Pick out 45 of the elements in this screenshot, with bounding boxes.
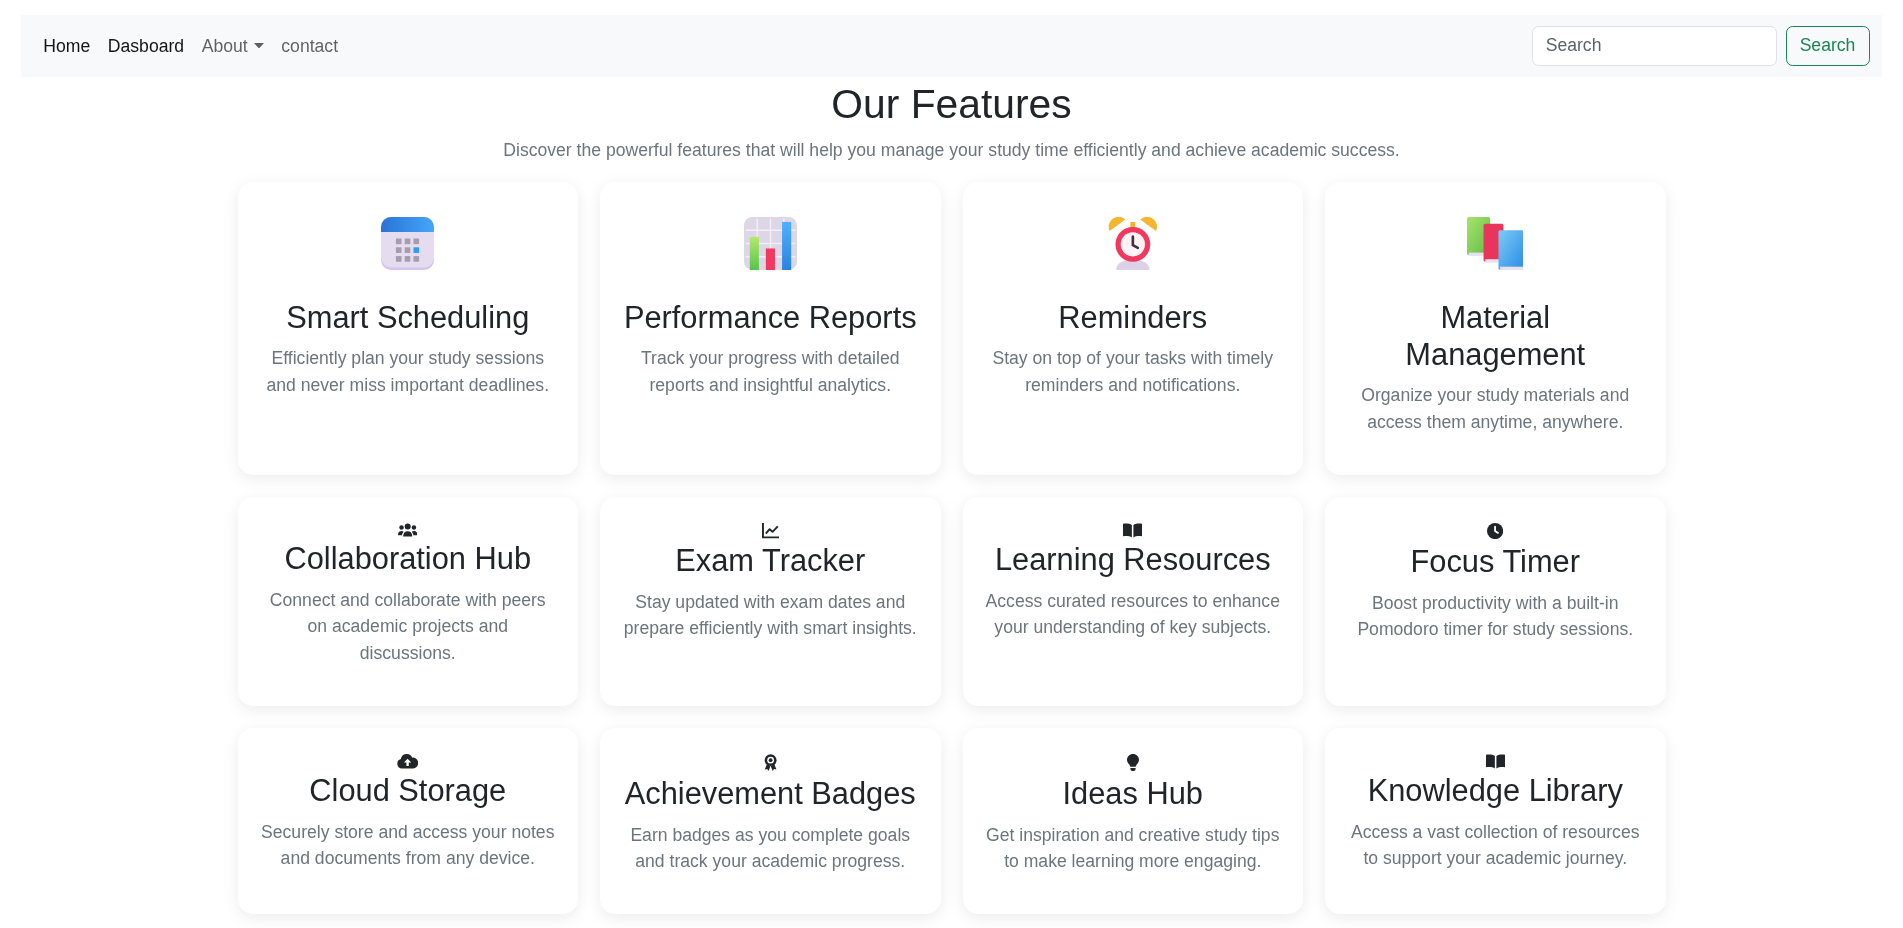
feature-description: Earn badges as you complete goals and track your academic progress.	[629, 823, 912, 873]
feature-title: Focus Timer	[1410, 543, 1580, 581]
bar-chart-icon	[743, 217, 797, 271]
clock-icon	[1487, 523, 1504, 540]
users-icon	[398, 523, 418, 537]
feature-description: Efficiently plan your study sessions and never miss important deadlines.	[265, 347, 551, 397]
feature-title: Ideas Hub	[1062, 775, 1203, 813]
medal-icon	[763, 754, 777, 772]
nav-dropdown[interactable]: About	[192, 26, 273, 65]
lightbulb-icon	[1126, 754, 1139, 772]
feature-title: Learning Resources	[994, 542, 1271, 580]
books-icon	[1467, 217, 1524, 271]
nav-link[interactable]: Dasboard	[99, 26, 193, 65]
line-chart-icon	[761, 523, 779, 539]
feature-description: Stay updated with exam dates and prepare efficiently with smart insights.	[622, 590, 918, 641]
calendar-icon	[381, 217, 435, 271]
nav-link[interactable]: Home	[34, 26, 100, 65]
feature-title: Knowledge Library	[1367, 773, 1623, 811]
feature-description: Access curated resources to enhance your understanding of key subjects.	[984, 589, 1281, 640]
page-title: Our Features	[831, 79, 1072, 129]
feature-title: Material Management	[1404, 299, 1587, 374]
feature-title: Smart Scheduling	[286, 299, 530, 337]
open-book-icon	[1123, 523, 1143, 538]
page-subtitle: Discover the powerful features that will help you manage your study time efficiently and achieve academic success.	[503, 139, 1400, 163]
feature-title: Exam Tracker	[675, 543, 866, 580]
feature-description: Boost productivity with a built-in Pomodoro timer for study sessions.	[1356, 591, 1635, 641]
feature-description: Connect and collaborate with peers on academic projects and discussions.	[268, 589, 547, 665]
caret-icon	[253, 42, 264, 49]
open-book-icon	[1485, 754, 1505, 769]
feature-description: Access a vast collection of resources to support your academic journey.	[1350, 821, 1641, 871]
feature-title: Cloud Storage	[309, 773, 507, 811]
nav-link[interactable]: contact	[272, 26, 347, 65]
alarm-clock-icon	[1107, 217, 1158, 271]
feature-description: Get inspiration and creative study tips to make learning more engaging.	[985, 823, 1281, 873]
feature-title: Performance Reports	[623, 299, 917, 337]
feature-title: Collaboration Hub	[284, 541, 531, 579]
feature-description: Track your progress with detailed reports and insightful analytics.	[640, 347, 901, 397]
feature-description: Stay on top of your tasks with timely reminders and notifications.	[991, 347, 1275, 397]
search-button[interactable]: Search	[1785, 25, 1870, 66]
cloud-upload-icon	[397, 754, 419, 769]
feature-title: Reminders	[1058, 299, 1208, 337]
feature-description: Organize your study materials and access them anytime, anywhere.	[1360, 384, 1631, 434]
search-field[interactable]: Search	[1531, 25, 1777, 66]
feature-title: Achievement Badges	[624, 775, 916, 813]
feature-description: Securely store and access your notes and documents from any device.	[260, 821, 556, 871]
